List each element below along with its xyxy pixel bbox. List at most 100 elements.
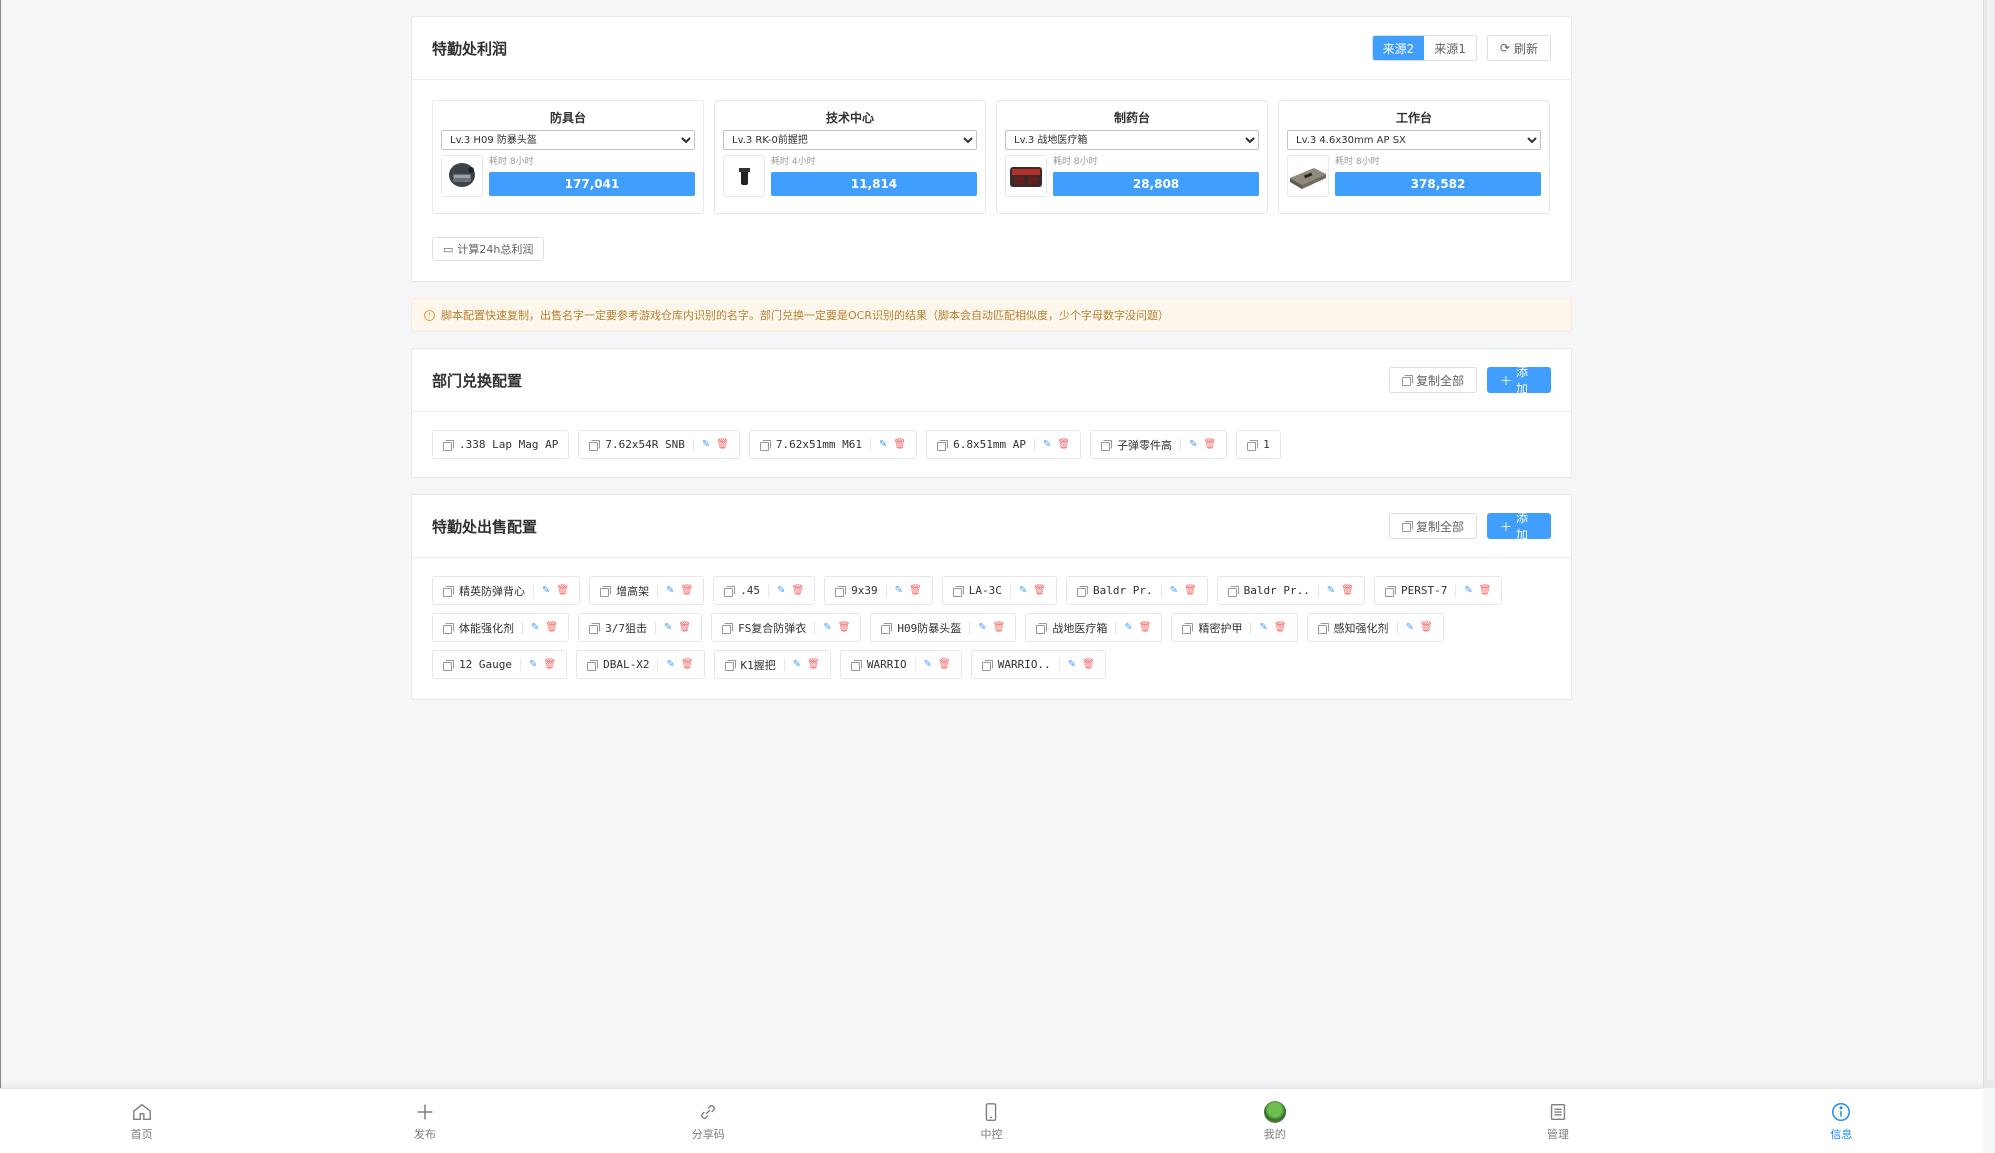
delete-icon[interactable]: 🗑: [1479, 585, 1492, 596]
copy-icon[interactable]: [981, 659, 993, 671]
config-chip[interactable]: 6.8x51mm AP ✎ 🗑: [926, 430, 1082, 459]
tab-info[interactable]: 信息: [1700, 1089, 1983, 1153]
delete-icon[interactable]: 🗑: [716, 439, 729, 450]
tab-home[interactable]: 首页: [0, 1089, 283, 1153]
copy-icon[interactable]: [1076, 585, 1088, 597]
tab-manage[interactable]: 管理: [1416, 1089, 1699, 1153]
copy-icon[interactable]: [850, 659, 862, 671]
copy-icon[interactable]: [1385, 585, 1396, 597]
config-chip[interactable]: 精密护甲 ✎ 🗑: [1171, 613, 1298, 642]
exchange-add-button[interactable]: ＋ 添加: [1487, 365, 1551, 396]
config-chip[interactable]: PERST-7 ✎ 🗑: [1374, 576, 1503, 605]
delete-icon[interactable]: 🗑: [1420, 622, 1433, 633]
source-1-button[interactable]: 来源1: [1424, 36, 1476, 60]
config-chip[interactable]: 7.62x54R SNB ✎ 🗑: [578, 430, 740, 459]
edit-icon[interactable]: ✎: [1259, 622, 1267, 633]
copy-icon[interactable]: [724, 659, 736, 671]
copy-icon[interactable]: [1036, 622, 1048, 634]
edit-icon[interactable]: ✎: [793, 659, 801, 670]
config-chip[interactable]: 1: [1236, 430, 1281, 459]
delete-icon[interactable]: 🗑: [1274, 622, 1287, 633]
edit-icon[interactable]: ✎: [1464, 585, 1472, 596]
config-chip[interactable]: .45 ✎ 🗑: [713, 576, 816, 605]
delete-icon[interactable]: 🗑: [893, 439, 906, 450]
sell-copy-all-button[interactable]: 复制全部: [1388, 513, 1477, 539]
copy-icon[interactable]: [722, 622, 734, 634]
config-chip[interactable]: 9x39 ✎ 🗑: [824, 576, 933, 605]
edit-icon[interactable]: ✎: [666, 659, 674, 670]
delete-icon[interactable]: 🗑: [1184, 585, 1197, 596]
config-chip[interactable]: 感知强化剂 ✎ 🗑: [1306, 613, 1444, 642]
copy-icon[interactable]: [443, 585, 454, 597]
tab-share-code[interactable]: 分享码: [567, 1089, 850, 1153]
edit-icon[interactable]: ✎: [823, 622, 831, 633]
delete-icon[interactable]: 🗑: [993, 622, 1006, 633]
exchange-copy-all-button[interactable]: 复制全部: [1388, 367, 1477, 393]
source-2-button[interactable]: 来源2: [1372, 36, 1425, 60]
copy-icon[interactable]: [835, 585, 847, 597]
sell-add-button[interactable]: ＋ 添加: [1487, 511, 1551, 542]
config-chip[interactable]: 精英防弹背心 ✎ 🗑: [432, 576, 581, 605]
delete-icon[interactable]: 🗑: [1203, 439, 1216, 450]
copy-icon[interactable]: [443, 439, 454, 451]
config-chip[interactable]: DBAL-X2 ✎ 🗑: [576, 650, 705, 679]
config-chip[interactable]: 7.62x51mm M61 ✎ 🗑: [748, 430, 918, 459]
edit-icon[interactable]: ✎: [1327, 585, 1335, 596]
edit-icon[interactable]: ✎: [924, 659, 932, 670]
scrollbar-thumb[interactable]: [1987, 0, 1993, 1080]
copy-icon[interactable]: [587, 659, 599, 671]
config-chip[interactable]: 战地医疗箱 ✎ 🗑: [1025, 613, 1163, 642]
edit-icon[interactable]: ✎: [1019, 585, 1027, 596]
edit-icon[interactable]: ✎: [1189, 439, 1197, 450]
delete-icon[interactable]: 🗑: [681, 659, 694, 670]
copy-icon[interactable]: [443, 622, 454, 634]
delete-icon[interactable]: 🗑: [543, 659, 556, 670]
copy-icon[interactable]: [1182, 622, 1194, 634]
station-item-select[interactable]: Lv.3 4.6x30mm AP SX: [1287, 130, 1541, 150]
edit-icon[interactable]: ✎: [529, 659, 537, 670]
delete-icon[interactable]: 🗑: [1139, 622, 1152, 633]
delete-icon[interactable]: 🗑: [791, 585, 804, 596]
edit-icon[interactable]: ✎: [879, 439, 887, 450]
edit-icon[interactable]: ✎: [542, 585, 550, 596]
config-chip[interactable]: LA-3C ✎ 🗑: [941, 576, 1057, 605]
edit-icon[interactable]: ✎: [531, 622, 539, 633]
copy-icon[interactable]: [589, 622, 601, 634]
config-chip[interactable]: FS复合防弹衣 ✎ 🗑: [711, 613, 862, 642]
copy-icon[interactable]: [1227, 585, 1239, 597]
delete-icon[interactable]: 🗑: [678, 622, 691, 633]
tab-publish[interactable]: 发布: [283, 1089, 566, 1153]
delete-icon[interactable]: 🗑: [938, 659, 951, 670]
station-item-select[interactable]: Lv.3 H09 防暴头盔: [441, 130, 695, 150]
config-chip[interactable]: Baldr Pr.. ✎ 🗑: [1216, 576, 1365, 605]
config-chip[interactable]: WARRIO ✎ 🗑: [839, 650, 962, 679]
edit-icon[interactable]: ✎: [1068, 659, 1076, 670]
copy-icon[interactable]: [759, 439, 771, 451]
edit-icon[interactable]: ✎: [1406, 622, 1414, 633]
copy-icon[interactable]: [937, 439, 949, 451]
delete-icon[interactable]: 🗑: [1082, 659, 1095, 670]
edit-icon[interactable]: ✎: [895, 585, 903, 596]
edit-icon[interactable]: ✎: [1170, 585, 1178, 596]
calc-24h-profit-button[interactable]: ▭ 计算24h总利润: [432, 237, 545, 261]
edit-icon[interactable]: ✎: [777, 585, 785, 596]
config-chip[interactable]: Baldr Pr. ✎ 🗑: [1065, 576, 1208, 605]
copy-icon[interactable]: [600, 585, 612, 597]
delete-icon[interactable]: 🗑: [807, 659, 820, 670]
config-chip[interactable]: 3/7狙击 ✎ 🗑: [578, 613, 703, 642]
delete-icon[interactable]: 🗑: [545, 622, 558, 633]
station-item-select[interactable]: Lv.3 RK-0前握把: [723, 130, 977, 150]
tab-mine[interactable]: 我的: [1133, 1089, 1416, 1153]
delete-icon[interactable]: 🗑: [1057, 439, 1070, 450]
delete-icon[interactable]: 🗑: [1341, 585, 1354, 596]
delete-icon[interactable]: 🗑: [556, 585, 569, 596]
edit-icon[interactable]: ✎: [702, 439, 710, 450]
station-item-select[interactable]: Lv.3 战地医疗箱: [1005, 130, 1259, 150]
copy-icon[interactable]: [1317, 622, 1329, 634]
copy-icon[interactable]: [1247, 439, 1259, 451]
edit-icon[interactable]: ✎: [666, 585, 674, 596]
edit-icon[interactable]: ✎: [978, 622, 986, 633]
scrollbar[interactable]: [1983, 0, 1995, 1088]
config-chip[interactable]: WARRIO.. ✎ 🗑: [970, 650, 1106, 679]
copy-icon[interactable]: [724, 585, 736, 597]
